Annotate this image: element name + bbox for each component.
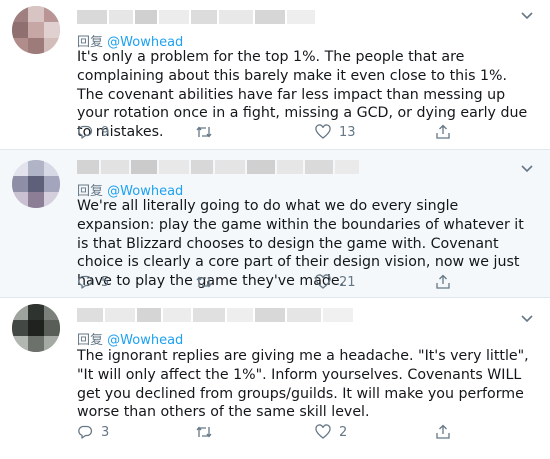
- reply-count: 9: [101, 124, 110, 140]
- retweet-icon: [196, 126, 212, 138]
- reply-button[interactable]: 9: [77, 124, 109, 140]
- like-icon: [315, 124, 331, 139]
- tweet-actions: 5 21: [77, 274, 537, 294]
- like-count: 21: [339, 274, 356, 290]
- retweet-button[interactable]: [195, 274, 221, 290]
- user-name-redacted[interactable]: [77, 10, 315, 26]
- like-count: 2: [339, 424, 348, 440]
- reply-count: 3: [101, 424, 110, 440]
- reply-icon: [78, 125, 93, 139]
- reply-count: 5: [101, 274, 110, 290]
- share-icon: [436, 424, 450, 439]
- reply-button[interactable]: 3: [77, 424, 109, 440]
- user-name-redacted[interactable]: [77, 308, 353, 324]
- tweet-actions: 3 2: [77, 424, 537, 444]
- retweet-icon: [196, 276, 212, 288]
- reply-handle-link[interactable]: @Wowhead: [107, 333, 183, 348]
- tweet-text: The ignorant replies are giving me a hea…: [77, 348, 529, 421]
- chevron-down-icon[interactable]: [520, 313, 534, 323]
- like-button[interactable]: 2: [315, 424, 347, 440]
- avatar[interactable]: [12, 304, 60, 352]
- avatar[interactable]: [12, 160, 60, 208]
- like-button[interactable]: 13: [315, 124, 356, 140]
- reply-prefix: 回复: [77, 333, 104, 348]
- like-icon: [315, 424, 331, 439]
- share-icon: [436, 274, 450, 289]
- chevron-down-icon[interactable]: [520, 163, 534, 173]
- share-button[interactable]: [435, 274, 451, 290]
- reply-icon: [78, 275, 93, 289]
- reply-context: 回复 @Wowhead: [77, 329, 183, 348]
- tweet-actions: 9 13: [77, 124, 537, 144]
- share-button[interactable]: [435, 124, 451, 140]
- retweet-button[interactable]: [195, 124, 221, 140]
- tweet[interactable]: 回复 @Wowhead We're all literally going to…: [0, 150, 550, 298]
- reply-icon: [78, 425, 93, 439]
- reply-button[interactable]: 5: [77, 274, 109, 290]
- avatar[interactable]: [12, 6, 60, 54]
- like-icon: [315, 274, 331, 289]
- tweet[interactable]: 回复 @Wowhead The ignorant replies are giv…: [0, 298, 550, 459]
- tweet[interactable]: 回复 @Wowhead It's only a problem for the …: [0, 0, 550, 150]
- user-name-redacted[interactable]: [77, 160, 359, 176]
- share-icon: [436, 124, 450, 139]
- retweet-icon: [196, 426, 212, 438]
- like-button[interactable]: 21: [315, 274, 356, 290]
- share-button[interactable]: [435, 424, 451, 440]
- chevron-down-icon[interactable]: [520, 10, 534, 20]
- retweet-button[interactable]: [195, 424, 221, 440]
- like-count: 13: [339, 124, 356, 140]
